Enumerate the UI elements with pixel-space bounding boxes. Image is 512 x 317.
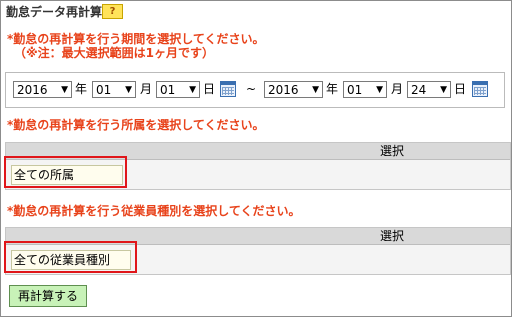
chevron-down-icon: ▼: [61, 85, 68, 95]
chevron-down-icon: ▼: [189, 85, 196, 95]
period-selector: 2016 ▼ 年 01 ▼ 月 01 ▼ 日 ~ 2016 ▼ 年 01 ▼ 月…: [5, 72, 505, 108]
recalc-button[interactable]: 再計算する: [9, 285, 87, 307]
from-year-value: 2016: [17, 83, 48, 97]
to-calendar-icon[interactable]: [472, 81, 488, 97]
chevron-down-icon: ▼: [312, 85, 319, 95]
employee-type-highlight: [4, 241, 137, 273]
from-calendar-icon[interactable]: [220, 81, 236, 97]
to-month-unit: 月: [391, 82, 404, 96]
to-day-select[interactable]: 24 ▼: [407, 81, 451, 98]
to-month-value: 01: [347, 83, 363, 97]
from-year-select[interactable]: 2016 ▼: [13, 81, 72, 98]
period-note-line2: （※注：最大選択範囲は1ヶ月です）: [14, 46, 215, 60]
to-day-value: 24: [411, 83, 427, 97]
chevron-down-icon: ▼: [440, 85, 447, 95]
employee-type-note: *勤怠の再計算を行う従業員種別を選択してください。: [7, 204, 301, 218]
from-day-value: 01: [160, 83, 176, 97]
department-highlight: [4, 156, 127, 188]
chevron-down-icon: ▼: [125, 85, 132, 95]
department-note: *勤怠の再計算を行う所属を選択してください。: [7, 118, 265, 132]
from-month-unit: 月: [140, 82, 153, 96]
from-month-value: 01: [96, 83, 112, 97]
from-day-unit: 日: [203, 82, 216, 96]
from-month-select[interactable]: 01 ▼: [92, 81, 136, 98]
period-separator: ~: [246, 82, 257, 96]
page-title: 勤怠データ再計算: [6, 5, 103, 19]
from-year-unit: 年: [75, 82, 88, 96]
to-year-value: 2016: [268, 83, 299, 97]
to-month-select[interactable]: 01 ▼: [343, 81, 387, 98]
from-day-select[interactable]: 01 ▼: [156, 81, 200, 98]
to-day-unit: 日: [454, 82, 467, 96]
to-year-unit: 年: [326, 82, 339, 96]
to-year-select[interactable]: 2016 ▼: [264, 81, 323, 98]
help-icon[interactable]: ?: [102, 4, 123, 19]
chevron-down-icon: ▼: [376, 85, 383, 95]
